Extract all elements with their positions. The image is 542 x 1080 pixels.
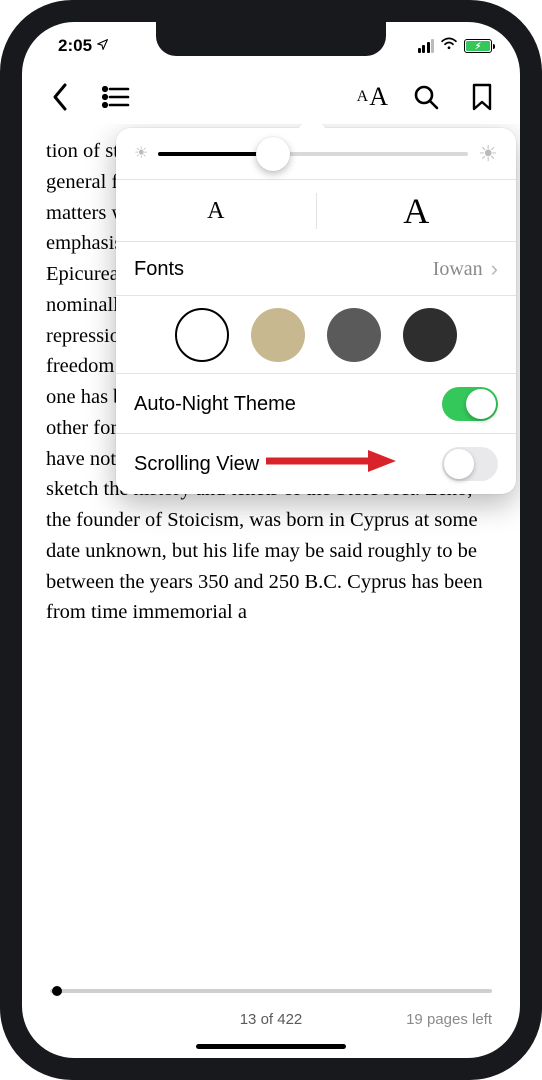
- text-smaller-button[interactable]: A: [116, 193, 317, 229]
- text-small-icon: A: [357, 88, 369, 106]
- brightness-knob[interactable]: [256, 137, 290, 171]
- device-frame: 2:05 ⚡︎ AA: [0, 0, 542, 1080]
- page-progress-slider[interactable]: [50, 989, 492, 993]
- fonts-value: Iowan: [433, 254, 483, 284]
- bookmark-button[interactable]: [464, 79, 500, 115]
- status-bar: 2:05 ⚡︎: [22, 22, 520, 70]
- screen: 2:05 ⚡︎ AA: [22, 22, 520, 1058]
- text-size-row: A A: [116, 180, 516, 242]
- fonts-row[interactable]: Fonts Iowan ›: [116, 242, 516, 296]
- status-time-group: 2:05: [58, 36, 109, 56]
- progress-knob[interactable]: [52, 986, 62, 996]
- toggle-knob: [466, 389, 496, 419]
- text-large-icon: A: [369, 82, 388, 112]
- location-icon: [96, 38, 109, 54]
- auto-night-toggle[interactable]: [442, 387, 498, 421]
- chevron-right-icon: ›: [491, 252, 498, 285]
- auto-night-row: Auto-Night Theme: [116, 374, 516, 434]
- theme-gray[interactable]: [327, 308, 381, 362]
- theme-sepia[interactable]: [251, 308, 305, 362]
- page-position: 13 of 422: [240, 1011, 303, 1028]
- toggle-knob: [444, 449, 474, 479]
- brightness-slider[interactable]: [158, 152, 468, 156]
- appearance-popover: ☀︎ ☀︎ A A Fonts Iowan ›: [116, 128, 516, 494]
- theme-white[interactable]: [175, 308, 229, 362]
- brightness-low-icon: ☀︎: [134, 142, 148, 166]
- status-indicators: ⚡︎: [418, 37, 493, 56]
- reading-area[interactable]: tion of stoicism and its principal impor…: [22, 124, 520, 982]
- scrolling-view-toggle[interactable]: [442, 447, 498, 481]
- status-time: 2:05: [58, 36, 92, 56]
- battery-icon: ⚡︎: [464, 39, 492, 53]
- battery-charging-icon: ⚡︎: [466, 41, 490, 51]
- brightness-row: ☀︎ ☀︎: [116, 128, 516, 180]
- wifi-icon: [440, 37, 458, 56]
- callout-arrow-icon: [266, 450, 386, 468]
- cellular-icon: [418, 39, 435, 53]
- footer-labels: 13 of 422 19 pages left: [50, 1011, 492, 1028]
- fonts-label: Fonts: [134, 254, 433, 284]
- themes-row: [116, 296, 516, 374]
- back-button[interactable]: [42, 79, 78, 115]
- scrolling-view-row: Scrolling View: [116, 434, 516, 494]
- auto-night-label: Auto-Night Theme: [134, 389, 442, 419]
- home-indicator[interactable]: [196, 1044, 346, 1049]
- brightness-high-icon: ☀︎: [478, 137, 498, 170]
- text-larger-button[interactable]: A: [317, 184, 517, 238]
- theme-black[interactable]: [403, 308, 457, 362]
- search-button[interactable]: [408, 79, 444, 115]
- reader-toolbar: AA: [22, 70, 520, 124]
- pages-left: 19 pages left: [406, 1011, 492, 1028]
- contents-button[interactable]: [98, 79, 134, 115]
- appearance-button[interactable]: AA: [357, 79, 388, 115]
